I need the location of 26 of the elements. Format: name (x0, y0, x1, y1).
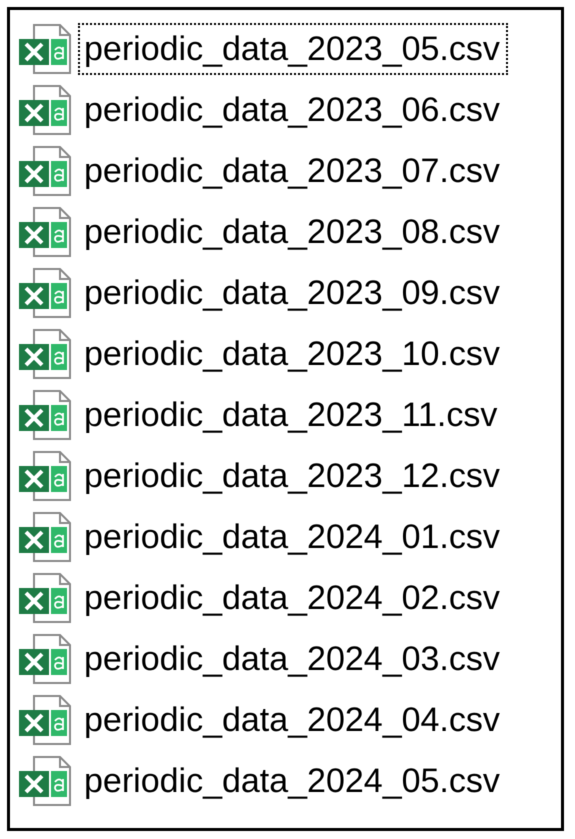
file-name[interactable]: periodic_data_2023_10.csv (78, 328, 508, 380)
file-name[interactable]: periodic_data_2024_04.csv (78, 694, 508, 746)
spreadsheet-file-icon (18, 633, 74, 685)
file-name[interactable]: periodic_data_2024_05.csv (78, 755, 508, 807)
spreadsheet-file-icon (18, 206, 74, 258)
file-name[interactable]: periodic_data_2024_01.csv (78, 511, 508, 563)
spreadsheet-file-icon (18, 267, 74, 319)
file-name[interactable]: periodic_data_2024_03.csv (78, 633, 508, 685)
file-name[interactable]: periodic_data_2023_09.csv (78, 267, 508, 319)
spreadsheet-file-icon (18, 23, 74, 75)
file-name[interactable]: periodic_data_2023_06.csv (78, 84, 508, 136)
file-name[interactable]: periodic_data_2023_05.csv (78, 23, 508, 75)
spreadsheet-file-icon (18, 450, 74, 502)
file-name[interactable]: periodic_data_2023_07.csv (78, 145, 508, 197)
spreadsheet-file-icon (18, 755, 74, 807)
spreadsheet-file-icon (18, 328, 74, 380)
spreadsheet-file-icon (18, 572, 74, 624)
file-name[interactable]: periodic_data_2023_11.csv (78, 389, 506, 441)
spreadsheet-file-icon (18, 511, 74, 563)
spreadsheet-file-icon (18, 694, 74, 746)
spreadsheet-file-icon (18, 389, 74, 441)
spreadsheet-file-icon (18, 84, 74, 136)
file-name[interactable]: periodic_data_2023_12.csv (78, 450, 508, 502)
spreadsheet-file-icon (18, 145, 74, 197)
file-name[interactable]: periodic_data_2023_08.csv (78, 206, 508, 258)
file-name[interactable]: periodic_data_2024_02.csv (78, 572, 508, 624)
